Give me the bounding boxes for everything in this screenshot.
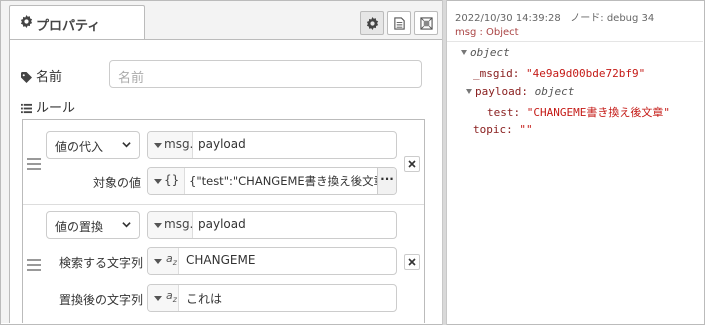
debug-header: 2022/10/30 14:39:28 ノード: debug 34 (455, 9, 654, 24)
name-label: 名前 (36, 70, 63, 85)
divider (447, 41, 703, 42)
gear-icon (366, 17, 379, 30)
list-icon (21, 103, 32, 114)
caret-down-icon (466, 89, 472, 94)
caret-down-icon (154, 179, 162, 184)
properties-button[interactable] (360, 11, 384, 35)
caret-down-icon (154, 259, 162, 264)
type-selector[interactable]: az (148, 248, 179, 274)
rule-action-select[interactable]: 値の代入 (46, 131, 140, 159)
search-label: 検索する文字列 (58, 256, 143, 270)
target-value: payload (198, 137, 246, 151)
type-selector[interactable]: msg. (148, 132, 193, 158)
description-button[interactable] (387, 11, 411, 35)
frame-icon (420, 17, 433, 30)
caret-down-icon (461, 50, 467, 55)
type-selector[interactable]: {} (148, 168, 185, 194)
tree-row-payload[interactable]: payload: object (466, 85, 574, 98)
name-input[interactable]: 名前 (109, 60, 422, 88)
delete-icon (408, 258, 416, 266)
rule-target-input[interactable]: msg. payload (147, 131, 397, 159)
chevron-down-icon (122, 222, 131, 228)
rule-action-value: 値の代入 (55, 140, 104, 154)
expand-editor-button[interactable]: ··· (377, 168, 396, 194)
node-editor-panel: プロパティ 名前 名前 ルール 値の代入 msg. payload 対象の値 {… (1, 1, 442, 323)
tag-icon (21, 72, 32, 83)
search-value: CHANGEME (186, 253, 256, 267)
drag-handle-icon[interactable] (27, 158, 41, 173)
delete-icon (408, 160, 416, 168)
caret-down-icon (154, 143, 162, 148)
rule-item-change: 値の置換 msg. payload 検索する文字列 az CHANGEME 置換… (23, 205, 424, 323)
debug-node-link[interactable]: ノード: debug 34 (570, 13, 654, 24)
rule-item-set: 値の代入 msg. payload 対象の値 {} {"test":"CHANG… (23, 120, 424, 205)
caret-down-icon (154, 223, 162, 228)
rule-source-input[interactable]: {} {"test":"CHANGEME書き換え後文章" ··· (147, 167, 397, 195)
debug-panel: 2022/10/30 14:39:28 ノード: debug 34 msg : … (447, 1, 703, 323)
type-selector[interactable]: msg. (148, 212, 193, 238)
rules-label: ルール (36, 101, 76, 116)
debug-timestamp: 2022/10/30 14:39:28 (455, 13, 561, 24)
source-value: {"test":"CHANGEME書き換え後文章" (189, 174, 377, 188)
rule-target-input[interactable]: msg. payload (147, 211, 397, 239)
drag-handle-icon[interactable] (27, 259, 41, 274)
caret-down-icon (154, 296, 162, 301)
replace-label: 置換後の文字列 (58, 293, 143, 307)
name-row-label: 名前 (21, 66, 62, 85)
type-selector[interactable]: az (148, 285, 179, 311)
debug-msg-type: msg : Object (455, 27, 519, 38)
rules-list: 値の代入 msg. payload 対象の値 {} {"test":"CHANG… (22, 119, 425, 323)
string-type-icon: az (166, 252, 177, 268)
rule-search-input[interactable]: az CHANGEME (147, 247, 397, 275)
tree-root[interactable]: object (461, 46, 510, 59)
source-label: 対象の値 (92, 176, 141, 190)
appearance-button[interactable] (414, 11, 438, 35)
string-type-icon: az (166, 289, 177, 305)
document-icon (394, 17, 405, 30)
tree-row-msgid: _msgid: "4e9a9d00bde72bf9" (473, 67, 646, 80)
tab-properties-label: プロパティ (36, 19, 101, 34)
rule-replace-input[interactable]: az これは (147, 284, 397, 312)
rule-action-value: 値の置換 (55, 220, 104, 234)
target-value: payload (198, 217, 246, 231)
delete-rule-button[interactable] (404, 156, 420, 172)
tab-properties[interactable]: プロパティ (9, 5, 145, 40)
tree-row-topic: topic: "" (473, 123, 533, 136)
chevron-down-icon (122, 142, 131, 148)
tree-row-test: test: "CHANGEME書き換え後文章" (487, 106, 670, 119)
delete-rule-button[interactable] (404, 254, 420, 270)
replace-value: これは (186, 292, 223, 306)
rule-action-select[interactable]: 値の置換 (46, 211, 140, 239)
gear-icon (20, 15, 33, 28)
rules-row-label: ルール (21, 97, 75, 116)
